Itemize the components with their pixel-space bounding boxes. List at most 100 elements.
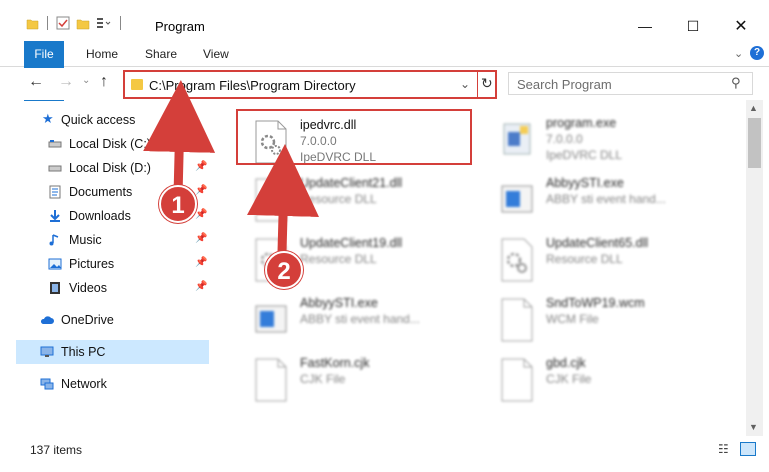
sidebar-item-local-disk-d[interactable]: Local Disk (D:) 📌 bbox=[0, 156, 210, 180]
file-name: FastKorn.cjk bbox=[300, 356, 370, 370]
customize-toolbar-icon[interactable] bbox=[96, 17, 112, 29]
scroll-down-icon[interactable]: ▼ bbox=[749, 422, 758, 432]
title-bar: Program — ☐ ✕ bbox=[0, 0, 769, 40]
sidebar-item-this-pc[interactable]: This PC bbox=[16, 340, 209, 364]
file-icon bbox=[501, 358, 533, 402]
sidebar-item-local-disk-c[interactable]: Local Disk (C:) 📌 bbox=[0, 132, 210, 156]
pin-icon: 📌 bbox=[195, 185, 208, 196]
file-item-gbd-cjk[interactable]: gbd.cjk CJK File bbox=[484, 348, 724, 408]
help-icon[interactable]: ? bbox=[750, 46, 764, 60]
pin-icon: 📌 bbox=[195, 233, 208, 244]
computer-icon bbox=[40, 346, 54, 357]
dll-file-icon bbox=[255, 178, 287, 222]
file-item-abbyysti-exe-2[interactable]: AbbyySTI.exe ABBY sti event hand... bbox=[238, 288, 478, 348]
step-badge-2: 2 bbox=[265, 251, 303, 289]
vertical-scrollbar[interactable]: ▲ ▼ bbox=[746, 100, 763, 436]
file-description: CJK File bbox=[300, 372, 346, 386]
scroll-thumb[interactable] bbox=[748, 118, 761, 168]
pin-icon: 📌 bbox=[195, 137, 208, 148]
step-badge-1: 1 bbox=[159, 185, 197, 223]
sidebar-item-label: Videos bbox=[69, 281, 107, 295]
up-button[interactable]: ↑ bbox=[100, 73, 108, 91]
sidebar-item-label: Downloads bbox=[69, 209, 131, 223]
file-item-updateclient21-dll[interactable]: UpdateClient21.dll Resource DLL bbox=[238, 168, 478, 228]
scroll-up-icon[interactable]: ▲ bbox=[749, 103, 758, 113]
tab-home[interactable]: Home bbox=[86, 41, 118, 67]
address-path[interactable]: C:\Program Files\Program Directory bbox=[149, 78, 356, 93]
file-description: Resource DLL bbox=[300, 192, 377, 206]
forward-button[interactable]: → bbox=[58, 73, 74, 91]
sidebar-item-label: OneDrive bbox=[61, 313, 114, 327]
pin-icon: 📌 bbox=[195, 209, 208, 220]
file-item-updateclient65-dll[interactable]: UpdateClient65.dll Resource DLL bbox=[484, 228, 724, 288]
folder-icon bbox=[131, 79, 143, 90]
tab-view[interactable]: View bbox=[203, 41, 229, 67]
sidebar-item-quick-access[interactable]: ★ Quick access bbox=[0, 108, 210, 132]
back-button[interactable]: ← bbox=[28, 73, 44, 91]
sidebar-item-label: Music bbox=[69, 233, 102, 247]
folder-icon[interactable] bbox=[26, 17, 39, 30]
sidebar-item-pictures[interactable]: Pictures 📌 bbox=[0, 252, 210, 276]
sidebar-item-label: Local Disk (D:) bbox=[69, 161, 151, 175]
documents-icon bbox=[49, 185, 61, 199]
sidebar-item-label: Local Disk (C:) bbox=[69, 137, 151, 151]
properties-icon[interactable] bbox=[56, 16, 70, 30]
sidebar-item-label: Pictures bbox=[69, 257, 115, 271]
drive-icon bbox=[48, 165, 62, 172]
exe-file-icon bbox=[503, 123, 531, 155]
tab-share[interactable]: Share bbox=[145, 41, 177, 67]
item-count: 137 items bbox=[30, 443, 83, 457]
navigation-bar: ← → ⌄ ↑ C:\Program Files\Program Directo… bbox=[0, 68, 769, 100]
star-icon: ★ bbox=[42, 111, 54, 126]
search-icon[interactable]: ⚲ bbox=[731, 75, 741, 91]
close-button[interactable]: ✕ bbox=[718, 12, 764, 40]
sidebar-item-videos[interactable]: Videos 📌 bbox=[0, 276, 210, 300]
file-description: IpeDVRC DLL bbox=[546, 148, 623, 162]
navigation-pane: ★ Quick access Local Disk (C:) 📌 Local D… bbox=[0, 104, 212, 440]
details-view-icon[interactable]: ☷ bbox=[718, 442, 729, 456]
status-bar: 137 items ☷ bbox=[0, 440, 769, 472]
file-name: AbbyySTI.exe bbox=[546, 176, 624, 190]
maximize-button[interactable]: ☐ bbox=[670, 12, 716, 40]
downloads-icon bbox=[50, 210, 60, 222]
sidebar-item-label: This PC bbox=[61, 345, 106, 359]
search-box[interactable]: Search Program ⚲ bbox=[508, 72, 753, 95]
exe-file-icon bbox=[255, 305, 287, 333]
file-icon bbox=[501, 298, 533, 342]
file-item-program-exe[interactable]: program.exe 7.0.0.0 IpeDVRC DLL bbox=[484, 108, 724, 168]
sidebar-item-music[interactable]: Music 📌 bbox=[0, 228, 210, 252]
ribbon-tabs: File Home Share View ⌄ ? bbox=[0, 41, 769, 101]
toolbar-separator bbox=[47, 16, 48, 30]
pictures-icon bbox=[48, 258, 62, 270]
dll-file-icon bbox=[501, 238, 533, 282]
file-description: CJK File bbox=[546, 372, 592, 386]
file-version: 7.0.0.0 bbox=[546, 132, 583, 146]
sidebar-item-onedrive[interactable]: OneDrive bbox=[0, 308, 210, 332]
pin-icon: 📌 bbox=[195, 257, 208, 268]
file-description: ABBY sti event hand... bbox=[546, 192, 666, 206]
file-description: WCM File bbox=[546, 312, 599, 326]
refresh-icon[interactable]: ↻ bbox=[481, 75, 493, 92]
sidebar-item-network[interactable]: Network bbox=[0, 372, 210, 396]
file-item-fastkorn-cjk[interactable]: FastKorn.cjk CJK File bbox=[238, 348, 478, 408]
sidebar-item-label: Quick access bbox=[61, 113, 136, 127]
file-item-sndtowp19-wcm[interactable]: SndToWP19.wcm WCM File bbox=[484, 288, 724, 348]
large-icons-view-icon[interactable] bbox=[740, 442, 756, 456]
network-icon bbox=[40, 378, 54, 390]
file-name: UpdateClient21.dll bbox=[300, 176, 403, 190]
search-input[interactable]: Search Program bbox=[517, 77, 612, 92]
file-description: Resource DLL bbox=[300, 252, 377, 266]
address-dropdown-icon[interactable]: ⌄ bbox=[460, 77, 470, 91]
minimize-button[interactable]: — bbox=[622, 12, 668, 40]
file-highlight-box bbox=[236, 109, 472, 165]
address-divider bbox=[477, 72, 478, 97]
music-icon bbox=[49, 234, 59, 246]
file-name: SndToWP19.wcm bbox=[546, 296, 645, 310]
address-bar[interactable]: C:\Program Files\Program Directory ⌄ ↻ bbox=[123, 70, 497, 99]
file-item-abbyysti-exe[interactable]: AbbyySTI.exe ABBY sti event hand... bbox=[484, 168, 724, 228]
exe-file-icon bbox=[501, 185, 533, 213]
recent-locations-icon[interactable]: ⌄ bbox=[82, 75, 90, 86]
expand-ribbon-icon[interactable]: ⌄ bbox=[734, 47, 743, 60]
window-title: Program bbox=[155, 19, 205, 34]
new-folder-icon[interactable] bbox=[76, 17, 90, 30]
